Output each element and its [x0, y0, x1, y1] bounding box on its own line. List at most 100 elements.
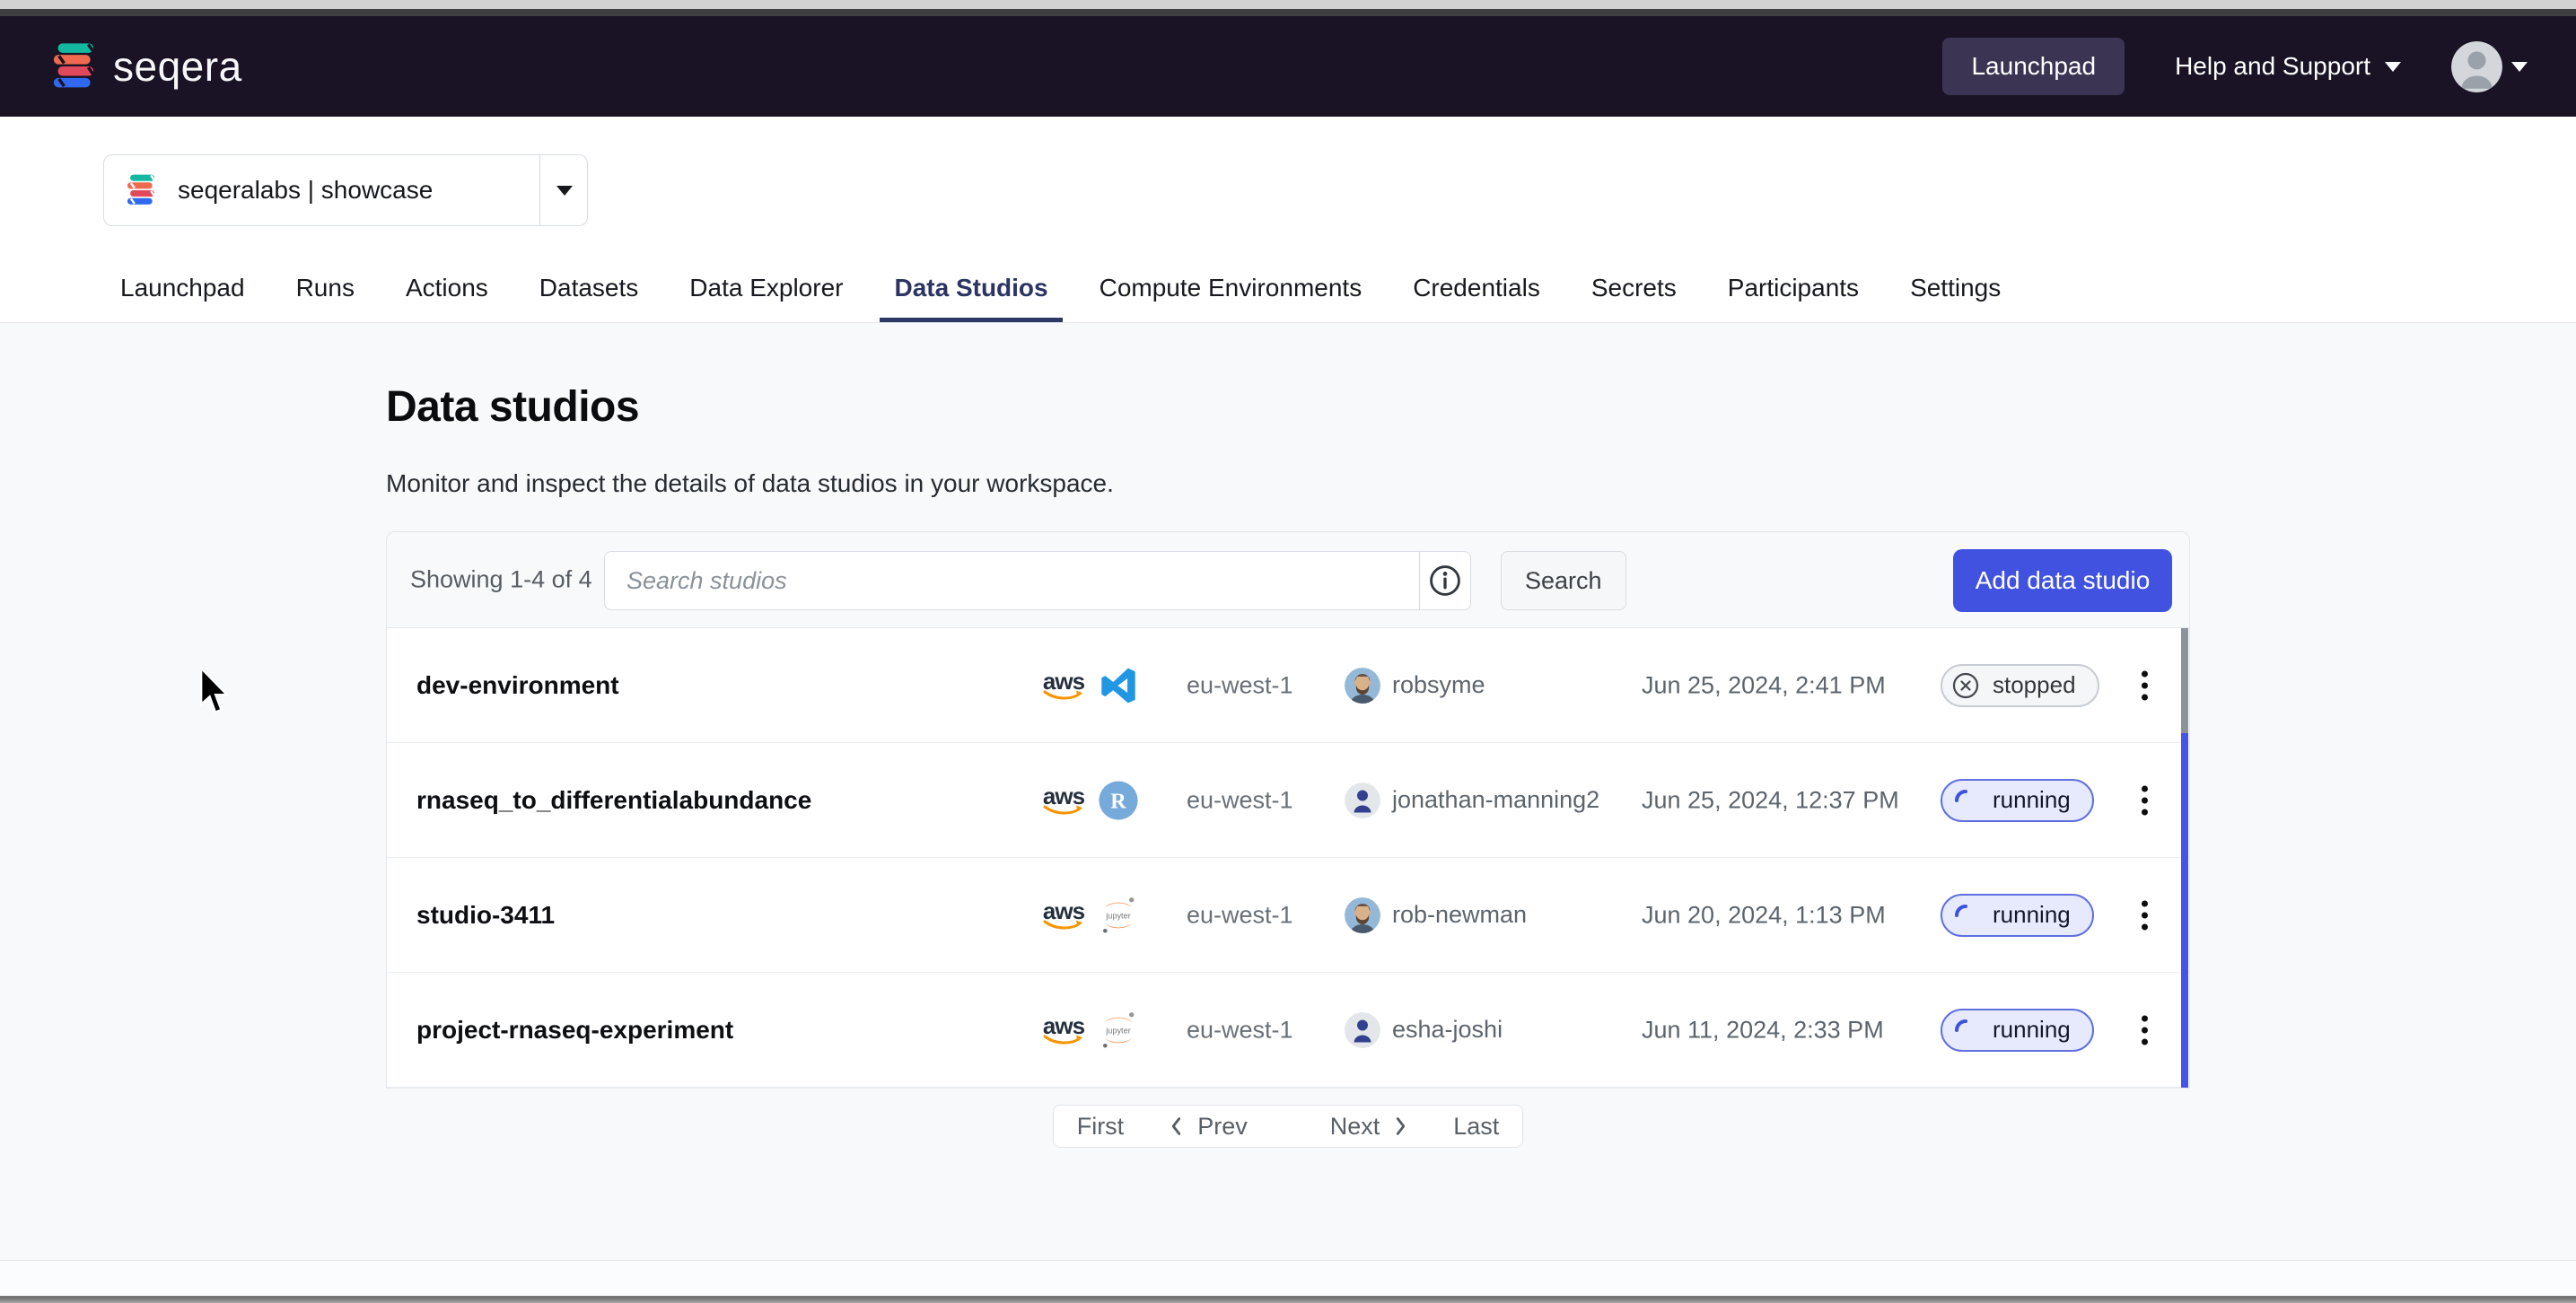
stopped-icon [1951, 671, 1980, 700]
studio-region: eu-west-1 [1187, 1016, 1293, 1044]
studio-name-link[interactable]: studio-3411 [416, 901, 555, 930]
workspace-dropdown-button[interactable] [540, 155, 588, 225]
row-menu-button[interactable] [2125, 1008, 2164, 1052]
page-title: Data studios [386, 382, 639, 432]
seqera-logo[interactable]: seqera [48, 41, 242, 92]
tab-credentials[interactable]: Credentials [1413, 268, 1540, 322]
studio-user: rob-newman [1345, 897, 1527, 933]
studio-user: jonathan-manning2 [1345, 783, 1599, 818]
studio-environment: aws jupyter [1040, 1010, 1139, 1051]
studio-created-date: Jun 11, 2024, 2:33 PM [1642, 1016, 1884, 1044]
launchpad-button[interactable]: Launchpad [1942, 38, 2125, 95]
pagination-prev[interactable]: Prev [1147, 1106, 1269, 1147]
studio-created-date: Jun 25, 2024, 12:37 PM [1642, 786, 1899, 814]
pagination-page-1[interactable]: 1 [1269, 1106, 1309, 1147]
showing-count: Showing 1-4 of 4 [410, 566, 592, 594]
studio-region: eu-west-1 [1187, 671, 1293, 699]
tab-settings[interactable]: Settings [1910, 268, 2001, 322]
status-badge: running [1941, 894, 2094, 937]
scrollbar-thumb[interactable] [2181, 628, 2188, 733]
svg-text:jupyter: jupyter [1105, 1026, 1131, 1035]
studio-row: studio-3411 awsjupyter eu-west-1 rob-newman… [387, 858, 2189, 973]
user-avatar-icon [1345, 1012, 1380, 1048]
main-content: Data studios Monitor and inspect the det… [0, 323, 2576, 1260]
search-button[interactable]: Search [1501, 551, 1626, 610]
search-input[interactable] [605, 567, 1419, 595]
tab-participants[interactable]: Participants [1728, 268, 1859, 322]
tab-datasets[interactable]: Datasets [539, 268, 639, 322]
studio-created-date: Jun 20, 2024, 1:13 PM [1642, 901, 1886, 929]
top-navbar: seqera Launchpad Help and Support [0, 16, 2576, 117]
workspace-header: seqeralabs | showcase Launchpad Runs Actio… [0, 117, 2576, 323]
workspace-logo-icon [124, 173, 158, 207]
user-avatar-icon [1345, 897, 1380, 933]
user-name: esha-joshi [1392, 1016, 1503, 1044]
tab-compute-environments[interactable]: Compute Environments [1100, 268, 1362, 322]
window-top-edge [0, 9, 2576, 16]
row-menu-button[interactable] [2125, 778, 2164, 822]
user-name: robsyme [1392, 671, 1485, 699]
pagination-prev-label: Prev [1197, 1113, 1248, 1141]
chevron-down-icon [2511, 62, 2528, 72]
studio-row: dev-environment aws eu-west-1 robsyme Jun 25… [387, 628, 2189, 743]
tab-actions[interactable]: Actions [406, 268, 488, 322]
tab-launchpad[interactable]: Launchpad [120, 268, 245, 322]
chevron-right-icon [1394, 1115, 1408, 1138]
user-avatar-icon [2451, 41, 2502, 92]
search-box [604, 551, 1471, 610]
pagination-last[interactable]: Last [1430, 1106, 1522, 1147]
tab-secrets[interactable]: Secrets [1591, 268, 1677, 322]
chevron-down-icon [556, 186, 573, 196]
running-spinner-icon [1951, 1016, 1980, 1045]
status-badge: running [1941, 1009, 2094, 1052]
studio-name-link[interactable]: rnaseq_to_differentialabundance [416, 786, 811, 815]
info-icon[interactable] [1420, 564, 1470, 598]
seqera-logo-icon [48, 41, 99, 92]
studio-created-date: Jun 25, 2024, 2:41 PM [1642, 671, 1886, 699]
aws-icon: aws [1040, 1015, 1087, 1045]
table-scrollbar[interactable] [2181, 628, 2188, 1088]
pagination-next[interactable]: Next [1309, 1106, 1431, 1147]
studio-name-link[interactable]: dev-environment [416, 671, 619, 700]
tab-runs[interactable]: Runs [296, 268, 355, 322]
add-data-studio-button[interactable]: Add data studio [1953, 549, 2172, 612]
studio-name-link[interactable]: project-rnaseq-experiment [416, 1016, 733, 1045]
user-avatar-icon [1345, 668, 1380, 704]
help-and-support-menu[interactable]: Help and Support [2175, 52, 2401, 81]
chevron-down-icon [2385, 62, 2401, 72]
help-and-support-label: Help and Support [2175, 52, 2370, 81]
svg-text:jupyter: jupyter [1105, 911, 1131, 920]
status-label: stopped [1993, 671, 2076, 699]
status-label: running [1993, 901, 2071, 929]
studio-region: eu-west-1 [1187, 786, 1293, 814]
studio-environment: aws R [1040, 780, 1139, 821]
pagination-next-label: Next [1330, 1113, 1380, 1141]
user-menu[interactable] [2451, 41, 2528, 92]
studio-environment: aws [1040, 665, 1139, 706]
table-body: dev-environment aws eu-west-1 robsyme Jun 25… [386, 628, 2190, 1089]
table-toolbar: Showing 1-4 of 4 Search Add data studio [386, 531, 2190, 628]
jupyter-icon: jupyter [1098, 1010, 1139, 1051]
chevron-left-icon [1169, 1115, 1183, 1138]
status-label: running [1993, 786, 2071, 814]
row-menu-button[interactable] [2125, 663, 2164, 707]
user-name: jonathan-manning2 [1392, 786, 1599, 814]
workspace-selector[interactable]: seqeralabs | showcase [103, 154, 588, 226]
tab-data-explorer[interactable]: Data Explorer [689, 268, 843, 322]
window-top-strip [0, 0, 2576, 9]
page-subtitle: Monitor and inspect the details of data … [386, 469, 1114, 498]
studio-region: eu-west-1 [1187, 901, 1293, 929]
pagination-first[interactable]: First [1054, 1106, 1147, 1147]
row-menu-button[interactable] [2125, 893, 2164, 937]
user-avatar-icon [1345, 783, 1380, 818]
studio-row: project-rnaseq-experiment aws jupyter eu-we… [387, 973, 2189, 1088]
aws-icon: aws [1040, 785, 1087, 816]
tab-data-studios[interactable]: Data Studios [880, 268, 1062, 322]
status-badge: running [1941, 779, 2094, 822]
status-label: running [1993, 1016, 2071, 1044]
studio-user: esha-joshi [1345, 1012, 1503, 1048]
studio-user: robsyme [1345, 668, 1485, 704]
rstudio-icon: R [1098, 780, 1139, 821]
brand-wordmark: seqera [113, 42, 242, 91]
studio-environment: awsjupyter [1040, 895, 1139, 936]
